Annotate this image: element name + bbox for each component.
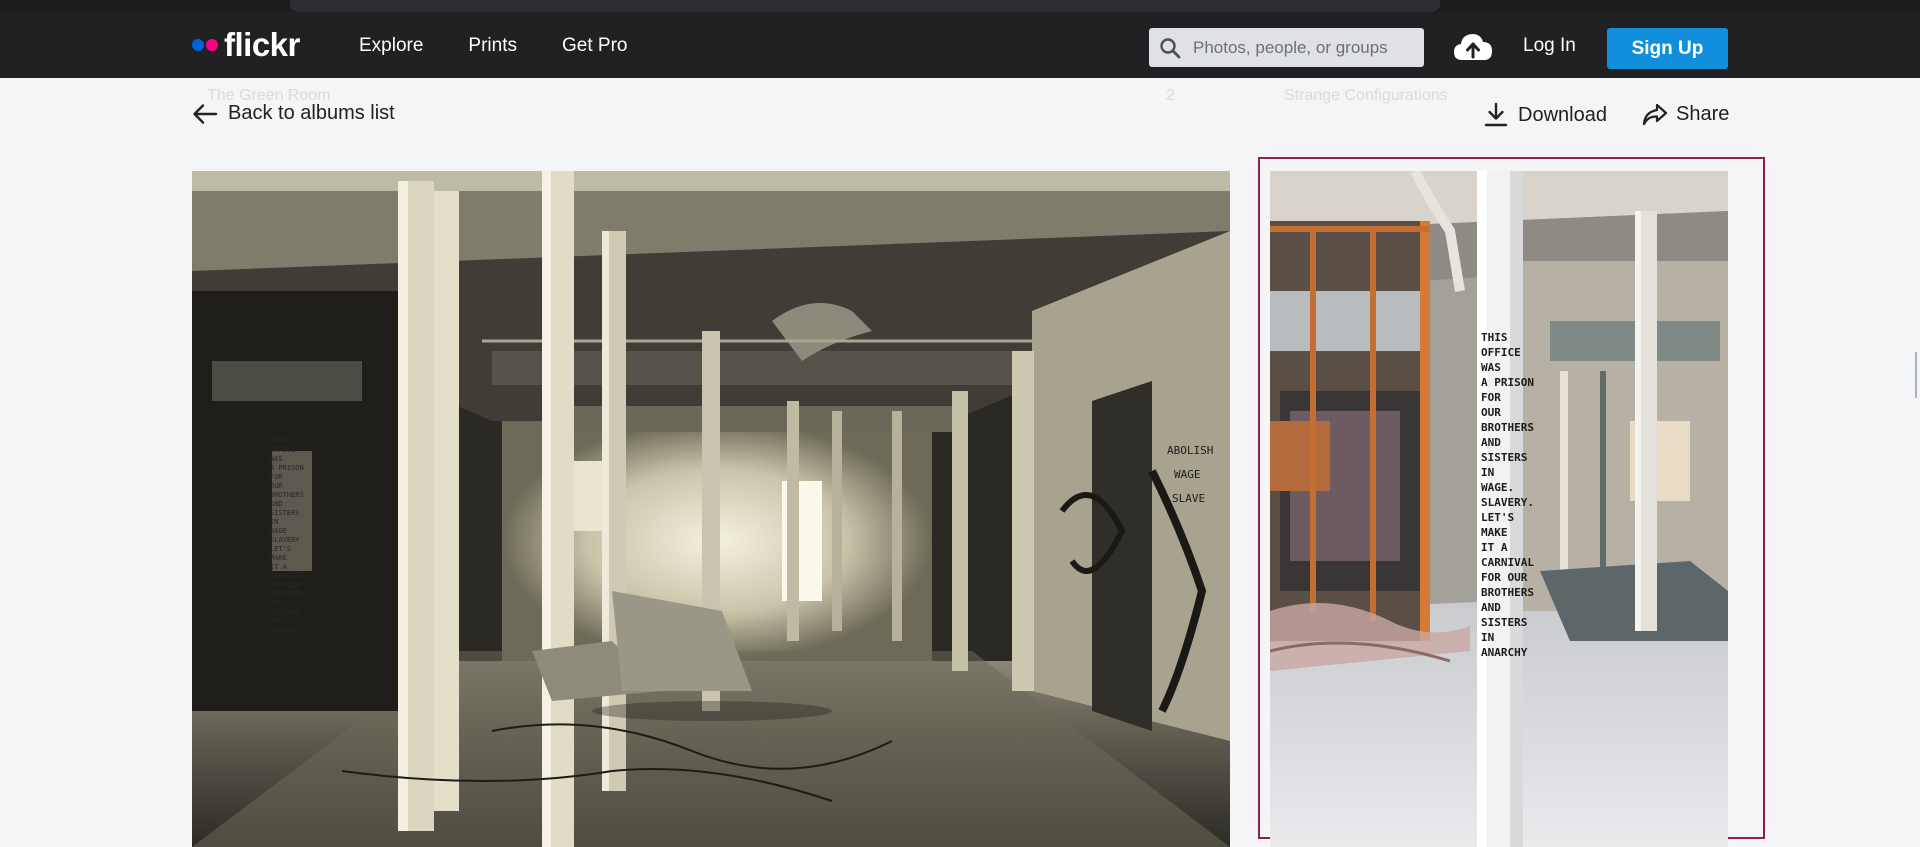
- abandoned-warehouse-photo: THIS: [192, 171, 1230, 847]
- share-button[interactable]: Share: [1642, 102, 1729, 126]
- browser-strip: [0, 0, 1920, 12]
- svg-text:BROTHERS: BROTHERS: [1481, 421, 1534, 434]
- svg-text:OFFICE: OFFICE: [1481, 346, 1521, 359]
- svg-text:IN: IN: [1481, 631, 1494, 644]
- svg-text:A PRISON: A PRISON: [1481, 376, 1534, 389]
- svg-text:CARNIVAL: CARNIVAL: [1481, 556, 1534, 569]
- download-label: Download: [1518, 103, 1607, 126]
- download-icon: [1484, 102, 1508, 127]
- login-link[interactable]: Log In: [1523, 34, 1576, 58]
- logo-blue-dot: [192, 39, 204, 51]
- svg-text:WAS: WAS: [1481, 361, 1501, 374]
- svg-text:AND: AND: [1481, 436, 1501, 449]
- logo-text: flickr: [224, 26, 300, 63]
- site-header: flickr Explore Prints Get Pro Log In Sig…: [0, 12, 1920, 78]
- nav-get-pro[interactable]: Get Pro: [562, 34, 627, 58]
- flickr-logo[interactable]: flickr: [192, 28, 300, 62]
- svg-text:FOR: FOR: [1481, 391, 1501, 404]
- album-photo-side[interactable]: THIS OFFICE WAS A PRISON FOR OUR BROTHER…: [1270, 171, 1728, 847]
- share-icon: [1642, 103, 1668, 126]
- svg-text:THIS: THIS: [272, 436, 287, 443]
- svg-text:AND: AND: [1481, 601, 1501, 614]
- back-to-albums-link[interactable]: Back to albums list: [192, 102, 395, 125]
- background-fave-count: 2: [1166, 87, 1175, 104]
- svg-text:LET'S: LET'S: [1481, 511, 1514, 524]
- svg-text:SLAVERY.: SLAVERY.: [1481, 496, 1534, 509]
- svg-text:FOR OUR: FOR OUR: [1481, 571, 1528, 584]
- svg-text:MAKE: MAKE: [1481, 526, 1508, 539]
- search-box[interactable]: [1149, 28, 1424, 67]
- upload-cloud-icon[interactable]: [1452, 30, 1494, 64]
- svg-text:BROTHERS: BROTHERS: [1481, 586, 1534, 599]
- search-input[interactable]: [1193, 37, 1413, 58]
- sign-up-button[interactable]: Sign Up: [1607, 28, 1728, 69]
- nav-prints[interactable]: Prints: [468, 34, 517, 58]
- download-button[interactable]: Download: [1484, 102, 1607, 128]
- main-nav: Explore Prints Get Pro: [359, 34, 627, 58]
- column-graffiti: THIS: [272, 436, 287, 443]
- arrow-left-icon: [193, 103, 218, 124]
- svg-text:ANARCHY: ANARCHY: [1481, 646, 1528, 659]
- browser-url-bar[interactable]: [290, 0, 1440, 12]
- background-album-title-right: Strange Configurations: [1284, 87, 1448, 104]
- svg-text:WAGE.: WAGE.: [1481, 481, 1514, 494]
- page-scrollbar-thumb[interactable]: [1915, 352, 1917, 398]
- svg-text:IN: IN: [1481, 466, 1494, 479]
- svg-text:SISTERS: SISTERS: [1481, 451, 1527, 464]
- share-label: Share: [1676, 102, 1730, 125]
- svg-text:OUR: OUR: [1481, 406, 1501, 419]
- svg-text:SISTERS: SISTERS: [1481, 616, 1527, 629]
- logo-pink-dot: [206, 39, 218, 51]
- search-icon: [1160, 37, 1181, 58]
- warehouse-column-photo: THIS OFFICE WAS A PRISON FOR OUR BROTHER…: [1270, 171, 1728, 847]
- album-photo-main[interactable]: THIS: [192, 171, 1230, 847]
- back-label: Back to albums list: [228, 102, 395, 124]
- nav-explore[interactable]: Explore: [359, 34, 423, 58]
- svg-text:IT A: IT A: [1481, 541, 1508, 554]
- svg-text:THIS: THIS: [1481, 331, 1508, 344]
